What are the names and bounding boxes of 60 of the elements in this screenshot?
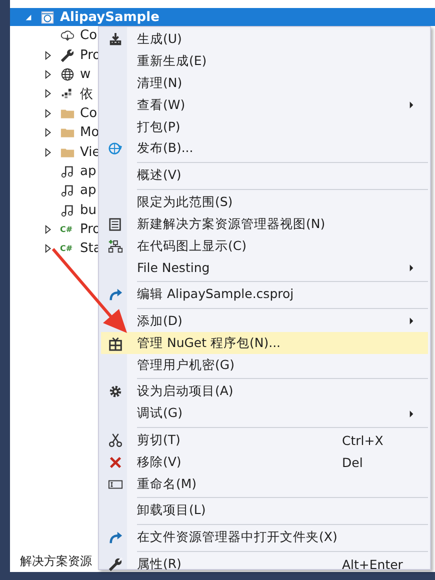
tree-item-label[interactable]: 依 <box>80 84 93 103</box>
menu-item[interactable]: 调试(G) <box>101 402 428 425</box>
globe-icon <box>60 66 75 82</box>
menu-item[interactable]: 设为启动项目(A) <box>101 380 428 403</box>
menu-item[interactable]: 移除(V) Del <box>101 451 428 474</box>
curved-arrow-icon <box>108 287 122 302</box>
globe-icon <box>108 141 122 156</box>
csharp-icon: C# <box>60 244 75 254</box>
menu-item[interactable]: 管理用户机密(G) <box>101 354 428 376</box>
tree-item[interactable]: AlipaySample <box>10 8 435 26</box>
menu-item[interactable]: 在文件资源管理器中打开文件夹(X) <box>101 526 428 549</box>
menu-item[interactable]: 清理(N) <box>101 72 428 94</box>
tree-item-label[interactable]: Co <box>80 106 98 121</box>
menu-item[interactable]: 生成(U) <box>101 29 428 51</box>
tree-item-label[interactable]: ap <box>80 183 96 198</box>
shortcut-label: Ctrl+X <box>342 432 384 448</box>
tree-item-label[interactable]: Co <box>80 28 98 44</box>
menu-item[interactable]: 属性(R) Alt+Enter <box>101 554 428 576</box>
csharp-icon: C# <box>60 225 75 234</box>
project-name: AlipaySample <box>60 10 160 24</box>
expand-icon[interactable] <box>44 244 53 254</box>
menu-item[interactable]: 发布(B)... <box>101 138 428 160</box>
expand-icon[interactable] <box>44 89 53 98</box>
expand-icon[interactable] <box>44 50 53 60</box>
menu-item[interactable]: File Nesting <box>101 256 428 279</box>
expand-icon[interactable] <box>44 108 53 118</box>
expand-icon[interactable] <box>44 148 53 157</box>
menu-item[interactable]: 限定为此范围(S) <box>101 192 428 214</box>
cloud-icon <box>60 28 75 44</box>
scissors-icon <box>108 432 122 448</box>
menu-item[interactable]: 编辑 AlipaySample.csproj <box>101 284 428 306</box>
gift-icon <box>108 336 122 351</box>
close-icon <box>108 454 122 470</box>
tree-item-label[interactable]: ap <box>80 164 96 179</box>
build-icon <box>108 32 122 48</box>
menu-item[interactable]: 剪切(T) Ctrl+X <box>101 430 428 452</box>
menu-item[interactable]: 添加(D) <box>101 310 428 332</box>
menu-item[interactable]: 管理 NuGet 程序包(N)... <box>101 332 428 354</box>
shortcut-label: Del <box>342 454 364 470</box>
window-icon <box>108 216 122 232</box>
menu-item[interactable]: 概述(V) <box>101 164 428 187</box>
web-project-icon <box>40 10 55 24</box>
expand-icon[interactable] <box>44 70 53 79</box>
menu-item[interactable]: 重新生成(E) <box>101 50 428 73</box>
menu-item[interactable]: 新建解决方案资源管理器视图(N) <box>101 213 428 236</box>
shortcut-label: Alt+Enter <box>342 556 404 572</box>
menu-item[interactable]: 重命名(M) <box>101 473 428 495</box>
settings-icon <box>108 384 122 400</box>
tree-item-label[interactable]: Mo <box>80 125 100 140</box>
menu-item[interactable]: 在代码图上显示(C) <box>101 235 428 257</box>
curved-arrow-icon <box>108 530 122 546</box>
diagram-icon <box>108 238 122 254</box>
tree-item-label[interactable]: w <box>80 66 91 82</box>
menu-item[interactable]: 卸载项目(L) <box>101 500 428 522</box>
tree-item-label[interactable]: bu <box>80 202 96 218</box>
wrench-icon <box>60 48 75 63</box>
expand-icon[interactable] <box>44 128 53 138</box>
menu-item[interactable]: 查看(W) <box>101 94 428 116</box>
expand-icon[interactable] <box>44 225 53 234</box>
menu-item[interactable]: 打包(P) <box>101 116 428 138</box>
